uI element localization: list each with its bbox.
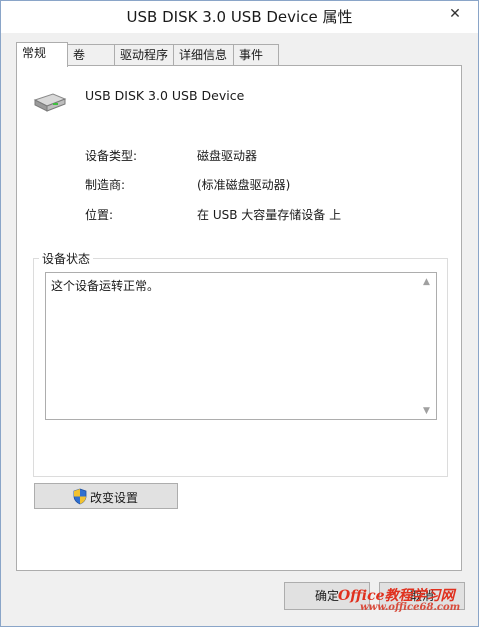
manufacturer-label: 制造商: xyxy=(85,178,126,192)
properties-dialog: USB DISK 3.0 USB Device 属性 ✕ 常规 卷 驱动程序 详… xyxy=(0,0,479,627)
device-status-textbox[interactable]: 这个设备运转正常。 ▲ ▼ xyxy=(45,272,437,420)
watermark-title: Office教程学习网 xyxy=(338,588,455,604)
device-status-title: 设备状态 xyxy=(39,250,94,267)
device-type-value: 磁盘驱动器 xyxy=(197,149,258,163)
device-name: USB DISK 3.0 USB Device xyxy=(85,88,245,103)
scroll-down-icon[interactable]: ▼ xyxy=(423,406,430,416)
tab-driver[interactable]: 驱动程序 xyxy=(114,44,174,65)
manufacturer-value: (标准磁盘驱动器) xyxy=(197,178,291,192)
close-button[interactable]: ✕ xyxy=(437,3,473,25)
tab-volumes[interactable]: 卷 xyxy=(67,44,115,65)
scroll-up-icon[interactable]: ▲ xyxy=(423,277,430,287)
device-type-label: 设备类型: xyxy=(85,149,138,163)
location-value: 在 USB 大容量存储设备 上 xyxy=(197,208,342,222)
change-settings-button[interactable]: 改变设置 xyxy=(34,483,178,509)
tab-events[interactable]: 事件 xyxy=(233,44,279,65)
watermark-url: www.office68.com xyxy=(360,602,461,613)
close-icon: ✕ xyxy=(449,6,461,22)
tab-general[interactable]: 常规 xyxy=(16,42,68,67)
location-label: 位置: xyxy=(85,208,114,222)
site-watermark: Office教程学习网 www.office68.com xyxy=(338,589,478,613)
general-panel: USB DISK 3.0 USB Device 设备类型: 磁盘驱动器 制造商:… xyxy=(16,65,462,571)
uac-shield-icon xyxy=(73,488,87,505)
change-settings-label: 改变设置 xyxy=(90,491,139,505)
tab-details[interactable]: 详细信息 xyxy=(173,44,234,65)
title-bar: USB DISK 3.0 USB Device 属性 ✕ xyxy=(1,1,478,33)
device-status-text: 这个设备运转正常。 xyxy=(51,279,160,293)
window-title: USB DISK 3.0 USB Device 属性 xyxy=(126,8,353,26)
usb-drive-icon xyxy=(33,93,67,112)
status-scrollbar[interactable]: ▲ ▼ xyxy=(419,273,436,419)
